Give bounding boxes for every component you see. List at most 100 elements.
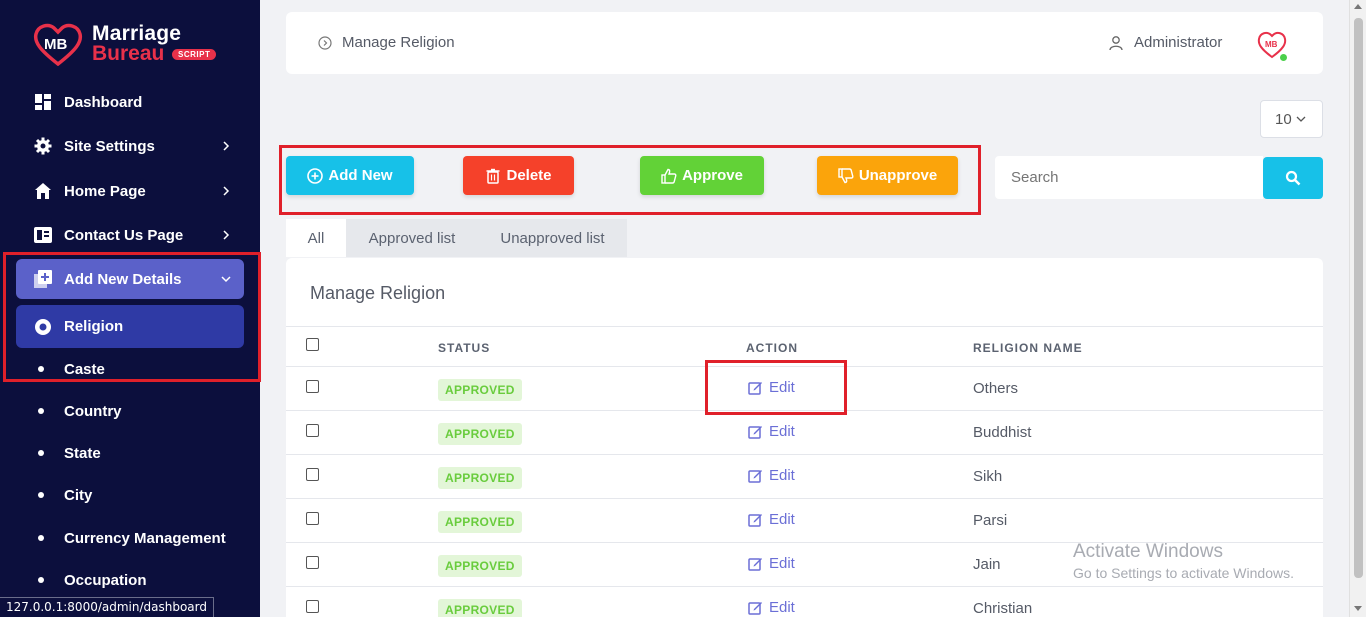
bullet-icon (38, 492, 44, 498)
bullet-icon (38, 535, 44, 541)
religion-table-card: Manage Religion STATUS ACTION RELIGION N… (286, 258, 1323, 617)
status-badge: APPROVED (438, 423, 522, 445)
header-breadcrumb: Manage Religion (318, 34, 455, 51)
brand-tag: SCRIPT (172, 49, 217, 60)
windows-watermark-subtitle: Go to Settings to activate Windows. (1073, 565, 1294, 581)
card-title: Manage Religion (310, 283, 446, 303)
edit-link[interactable]: Edit (748, 423, 795, 440)
page-title: Manage Religion (342, 34, 455, 51)
sidebar-subitem-label: Occupation (64, 571, 147, 589)
sidebar: MB Marriage Bureau SCRIPT Dashboard Site… (0, 0, 261, 617)
gear-icon (34, 137, 52, 155)
edit-label: Edit (769, 423, 795, 440)
search-icon (1285, 170, 1301, 186)
sidebar-subitem-currency-management[interactable]: Currency Management (16, 522, 244, 554)
dashboard-icon (34, 93, 52, 111)
approve-label: Approve (682, 167, 743, 184)
user-menu[interactable]: Administrator (1108, 34, 1222, 51)
religion-name: Sikh (973, 468, 1003, 485)
unapprove-button[interactable]: Unapprove (817, 156, 958, 195)
column-header-action: ACTION (746, 341, 798, 355)
tab-approved-list[interactable]: Approved list (346, 219, 478, 257)
row-checkbox[interactable] (306, 468, 319, 481)
edit-icon (748, 470, 762, 483)
avatar-text: MB (1265, 40, 1278, 49)
home-icon (34, 182, 52, 200)
edit-link[interactable]: Edit (748, 467, 795, 484)
per-page-select[interactable]: 10 (1260, 100, 1323, 138)
sidebar-subitem-label: Currency Management (64, 529, 226, 547)
chevron-down-icon (1296, 116, 1306, 122)
sidebar-item-label: Contact Us Page (64, 226, 184, 244)
edit-label: Edit (769, 599, 795, 616)
chevron-right-icon (223, 141, 230, 151)
tab-all[interactable]: All (286, 219, 346, 257)
table-row: APPROVED Edit Parsi (286, 499, 1323, 543)
sidebar-subitem-country[interactable]: Country (16, 395, 244, 427)
brand-line2: Bureau (92, 42, 165, 65)
delete-button[interactable]: Delete (463, 156, 574, 195)
page-scrollbar[interactable] (1349, 0, 1366, 617)
sidebar-item-site-settings[interactable]: Site Settings (16, 126, 244, 166)
trash-icon (486, 168, 500, 184)
select-all-checkbox[interactable] (306, 338, 319, 351)
bullet-icon (38, 577, 44, 583)
table-row: APPROVED Edit Buddhist (286, 411, 1323, 455)
column-header-status: STATUS (438, 341, 491, 355)
status-badge: APPROVED (438, 555, 522, 577)
search-input[interactable] (995, 156, 1263, 199)
heart-logo-icon: MB (33, 23, 83, 66)
sidebar-subitem-label: State (64, 444, 101, 462)
sidebar-subitem-label: Country (64, 402, 122, 420)
browser-status-url: 127.0.0.1:8000/admin/dashboard (0, 597, 214, 617)
sidebar-item-label: Home Page (64, 182, 146, 200)
table-row: APPROVED Edit Christian (286, 587, 1323, 617)
sidebar-subitem-label: City (64, 486, 93, 504)
edit-label: Edit (769, 511, 795, 528)
sidebar-item-contact-us-page[interactable]: Contact Us Page (16, 215, 244, 255)
windows-watermark-title: Activate Windows (1073, 541, 1223, 562)
row-checkbox[interactable] (306, 424, 319, 437)
status-badge: APPROVED (438, 467, 522, 489)
sidebar-item-home-page[interactable]: Home Page (16, 171, 244, 211)
row-checkbox[interactable] (306, 600, 319, 613)
edit-icon (748, 558, 762, 571)
brand-logo[interactable]: MB Marriage Bureau SCRIPT (32, 20, 232, 68)
row-checkbox[interactable] (306, 380, 319, 393)
online-status-dot (1279, 53, 1288, 62)
sidebar-item-dashboard[interactable]: Dashboard (16, 82, 244, 122)
edit-link[interactable]: Edit (748, 511, 795, 528)
top-header: Manage Religion Administrator MB (286, 12, 1323, 74)
highlight-box-sidebar (3, 252, 261, 382)
religion-name: Christian (973, 600, 1033, 617)
row-checkbox[interactable] (306, 512, 319, 525)
scroll-down-arrow-icon[interactable] (1354, 606, 1362, 611)
sidebar-subitem-city[interactable]: City (16, 479, 244, 511)
table-row: APPROVED Edit Sikh (286, 455, 1323, 499)
edit-link[interactable]: Edit (748, 599, 795, 616)
search-button[interactable] (1263, 157, 1323, 199)
religion-name: Parsi (973, 512, 1008, 529)
tab-unapproved-list[interactable]: Unapproved list (478, 219, 627, 257)
sidebar-subitem-state[interactable]: State (16, 437, 244, 469)
edit-link[interactable]: Edit (748, 555, 795, 572)
sidebar-subitem-occupation[interactable]: Occupation (16, 564, 244, 596)
status-badge: APPROVED (438, 599, 522, 617)
row-checkbox[interactable] (306, 556, 319, 569)
plus-circle-icon (307, 167, 324, 184)
sidebar-item-label: Dashboard (64, 93, 143, 111)
thumbs-up-icon (661, 168, 677, 184)
approve-button[interactable]: Approve (640, 156, 764, 195)
scroll-thumb[interactable] (1354, 18, 1363, 578)
delete-label: Delete (506, 167, 552, 184)
chevron-right-icon (223, 186, 230, 196)
contact-page-icon (34, 226, 52, 244)
edit-label: Edit (769, 555, 795, 572)
chevron-right-icon (223, 230, 230, 240)
highlight-box-edit (705, 360, 847, 415)
add-new-button[interactable]: Add New (286, 156, 414, 195)
edit-icon (748, 426, 762, 439)
bullet-icon (38, 408, 44, 414)
scroll-up-arrow-icon[interactable] (1354, 4, 1362, 9)
unapprove-label: Unapprove (858, 167, 938, 184)
